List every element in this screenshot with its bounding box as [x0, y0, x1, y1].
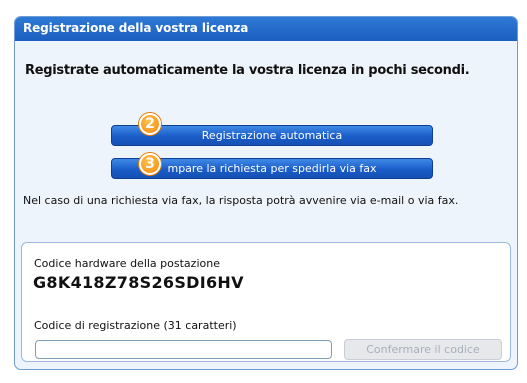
headline: Registrate automaticamente la vostra lic…: [25, 63, 470, 78]
registration-code-input[interactable]: [35, 340, 332, 359]
registration-code-label: Codice di registrazione (31 caratteri): [34, 319, 237, 332]
hardware-code-value: G8K418Z78S26SDI6HV: [33, 273, 244, 292]
confirm-code-button[interactable]: Confermare il codice: [344, 339, 502, 360]
license-registration-panel: Registrazione della vostra licenza Regis…: [14, 16, 518, 370]
hardware-code-label: Codice hardware della postazione: [34, 257, 220, 270]
code-entry-section: Codice hardware della postazione G8K418Z…: [21, 242, 511, 362]
step-2-badge-icon: 2: [139, 113, 161, 135]
step-3-badge-icon: 3: [139, 153, 161, 175]
fax-note: Nel caso di una richiesta via fax, la ri…: [23, 194, 459, 207]
panel-title: Registrazione della vostra licenza: [15, 17, 517, 41]
